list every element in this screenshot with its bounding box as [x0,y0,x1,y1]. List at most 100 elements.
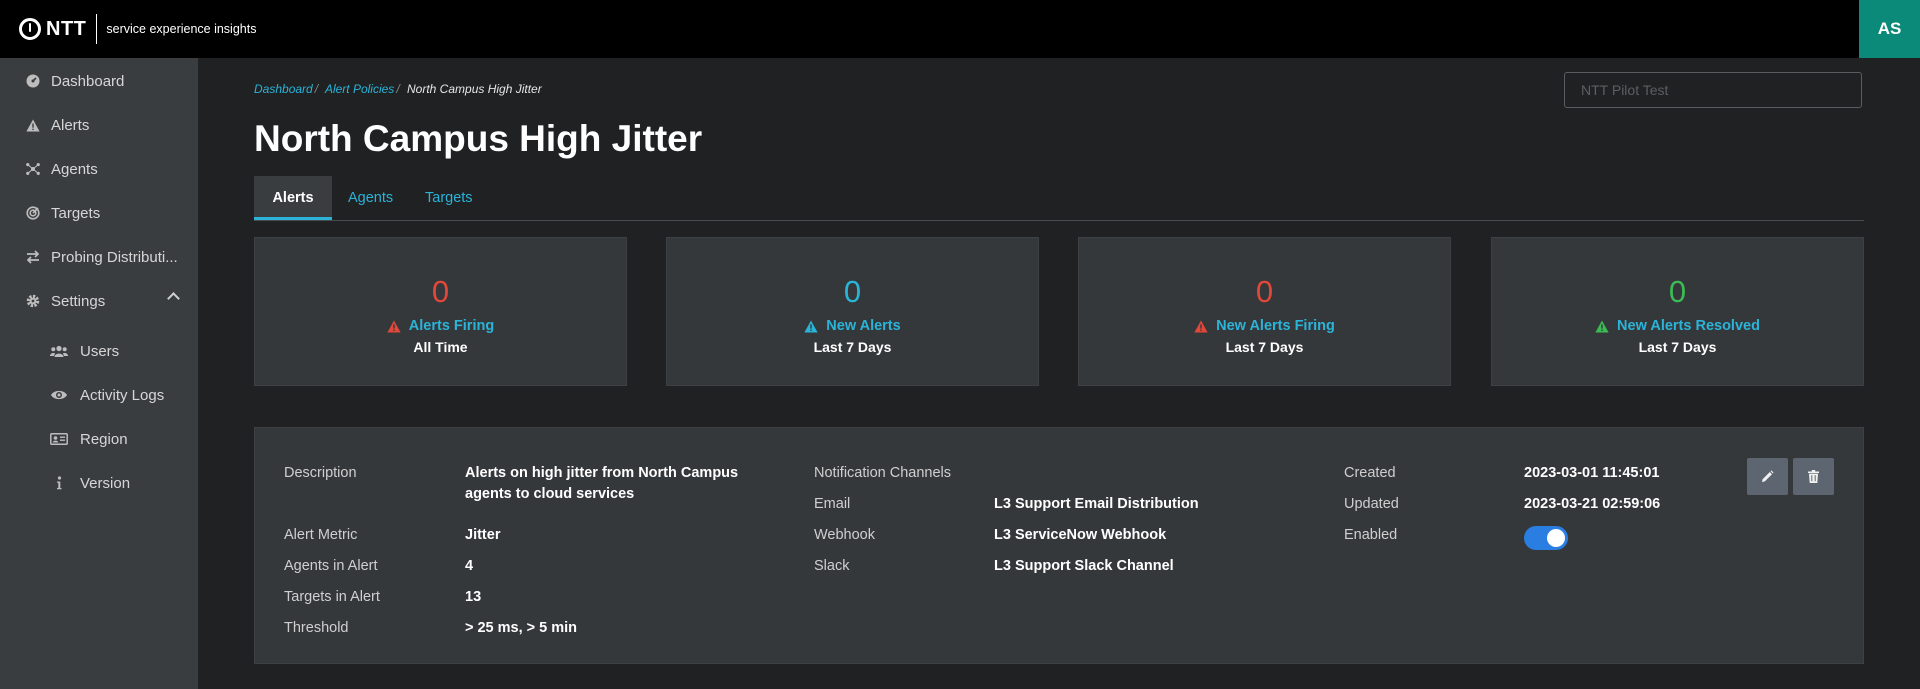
gear-icon [26,294,40,308]
stat-value: 0 [431,274,450,309]
sidebar-item-label: Dashboard [51,72,125,90]
sidebar-item-label: Agents [51,160,98,178]
notification-channels-heading: Notification Channels [814,465,952,481]
sidebar-item-label: Settings [51,292,106,310]
alert-metric-label: Alert Metric [284,527,358,543]
agents-in-alert-label: Agents in Alert [284,558,378,574]
stat-label-text: Alerts Firing [408,318,495,334]
description-value: Alerts on high jitter from North Campus … [465,465,739,502]
brand-subtitle: service experience insights [106,22,257,36]
sidebar: Dashboard Alerts Agents Targets Probing … [0,58,198,689]
sidebar-item-label: Users [80,342,120,360]
top-bar: NTT service experience insights AS [0,0,1920,58]
sidebar-item-targets[interactable]: Targets [0,193,198,233]
breadcrumb-current: North Campus High Jitter [407,82,542,96]
tab-targets[interactable]: Targets [425,176,473,220]
sidebar-item-version[interactable]: Version [0,463,198,503]
sidebar-item-probing-distribution[interactable]: Probing Distributi... [0,237,198,277]
eye-icon [50,388,68,402]
sidebar-item-dashboard[interactable]: Dashboard [0,61,198,101]
policy-details-panel: Description Alerts on high jitter from N… [254,427,1864,664]
alert-metric-value: Jitter [465,527,501,543]
warning-red-icon [1194,320,1208,332]
webhook-label: Webhook [814,527,875,543]
stat-card-new-alerts-resolved: 0 New Alerts Resolved Last 7 Days [1491,237,1864,386]
sidebar-item-label: Version [80,474,131,492]
warning-red-icon [387,320,401,332]
breadcrumb-alert-policies[interactable]: Alert Policies [325,82,394,96]
sidebar-item-label: Activity Logs [80,386,165,404]
created-value: 2023-03-01 11:45:01 [1524,465,1660,481]
stat-label[interactable]: New Alerts [667,318,1038,334]
updated-value: 2023-03-21 02:59:06 [1524,496,1661,512]
edit-button[interactable] [1747,458,1788,495]
pencil-icon [1762,470,1774,482]
slack-value: L3 Support Slack Channel [994,558,1174,574]
info-icon [50,476,68,490]
enabled-label: Enabled [1344,527,1398,543]
chevron-up-icon[interactable] [167,292,180,305]
id-card-icon [50,432,68,446]
description-label: Description [284,465,357,481]
warning-icon [26,118,40,132]
stat-value: 0 [1255,274,1274,309]
warning-green-icon [1595,320,1609,332]
stat-value: 0 [1668,274,1687,309]
enabled-toggle[interactable] [1524,526,1568,550]
sidebar-item-settings[interactable]: Settings [0,281,198,321]
stat-period: Last 7 Days [813,339,892,355]
targets-in-alert-value: 13 [465,589,482,605]
stat-label[interactable]: New Alerts Resolved [1492,318,1863,334]
delete-button[interactable] [1793,458,1834,495]
agents-icon [26,162,40,176]
sidebar-item-region[interactable]: Region [0,419,198,459]
ntt-logo-icon [19,18,41,40]
created-label: Created [1344,465,1396,481]
sidebar-item-label: Targets [51,204,101,222]
dashboard-icon [26,74,40,88]
search-input[interactable] [1564,72,1862,108]
user-avatar[interactable]: AS [1859,0,1920,58]
stat-value: 0 [843,274,862,309]
stat-label-text: New Alerts [826,318,901,334]
stat-label[interactable]: Alerts Firing [255,318,626,334]
users-icon [50,344,68,358]
agents-in-alert-value: 4 [465,558,474,574]
sidebar-item-label: Alerts [51,116,90,134]
sidebar-item-label: Region [80,430,128,448]
stat-label-text: New Alerts Resolved [1617,318,1760,334]
email-value: L3 Support Email Distribution [994,496,1199,512]
breadcrumb-dashboard[interactable]: Dashboard [254,82,313,96]
brand-name: NTT [46,17,87,40]
trash-icon [1808,470,1819,483]
toggle-knob [1547,529,1565,547]
target-icon [26,206,40,220]
sidebar-item-users[interactable]: Users [0,331,198,371]
sidebar-item-label: Probing Distributi... [51,248,178,266]
sidebar-item-agents[interactable]: Agents [0,149,198,189]
tab-bar: Alerts Agents Targets [254,176,1864,221]
stat-period: Last 7 Days [1638,339,1717,355]
slack-label: Slack [814,558,850,574]
brand-logo[interactable]: NTT service experience insights [19,14,256,44]
sidebar-item-alerts[interactable]: Alerts [0,105,198,145]
updated-label: Updated [1344,496,1399,512]
threshold-label: Threshold [284,620,349,636]
stat-label[interactable]: New Alerts Firing [1079,318,1450,334]
stat-period: All Time [413,339,468,355]
tab-agents[interactable]: Agents [348,176,393,220]
stat-period: Last 7 Days [1225,339,1304,355]
email-label: Email [814,496,851,512]
page-title: North Campus High Jitter [254,118,703,159]
targets-in-alert-label: Targets in Alert [284,589,380,605]
webhook-value: L3 ServiceNow Webhook [994,527,1167,543]
breadcrumb: Dashboard / Alert Policies / North Campus … [254,82,542,96]
stat-card-new-alerts: 0 New Alerts Last 7 Days [666,237,1039,386]
stat-label-text: New Alerts Firing [1216,318,1335,334]
sidebar-item-activity-logs[interactable]: Activity Logs [0,375,198,415]
stat-card-new-alerts-firing: 0 New Alerts Firing Last 7 Days [1078,237,1451,386]
threshold-value: > 25 ms, > 5 min [465,620,578,636]
swap-icon [26,250,40,264]
stat-card-alerts-firing: 0 Alerts Firing All Time [254,237,627,386]
tab-alerts[interactable]: Alerts [254,176,332,220]
